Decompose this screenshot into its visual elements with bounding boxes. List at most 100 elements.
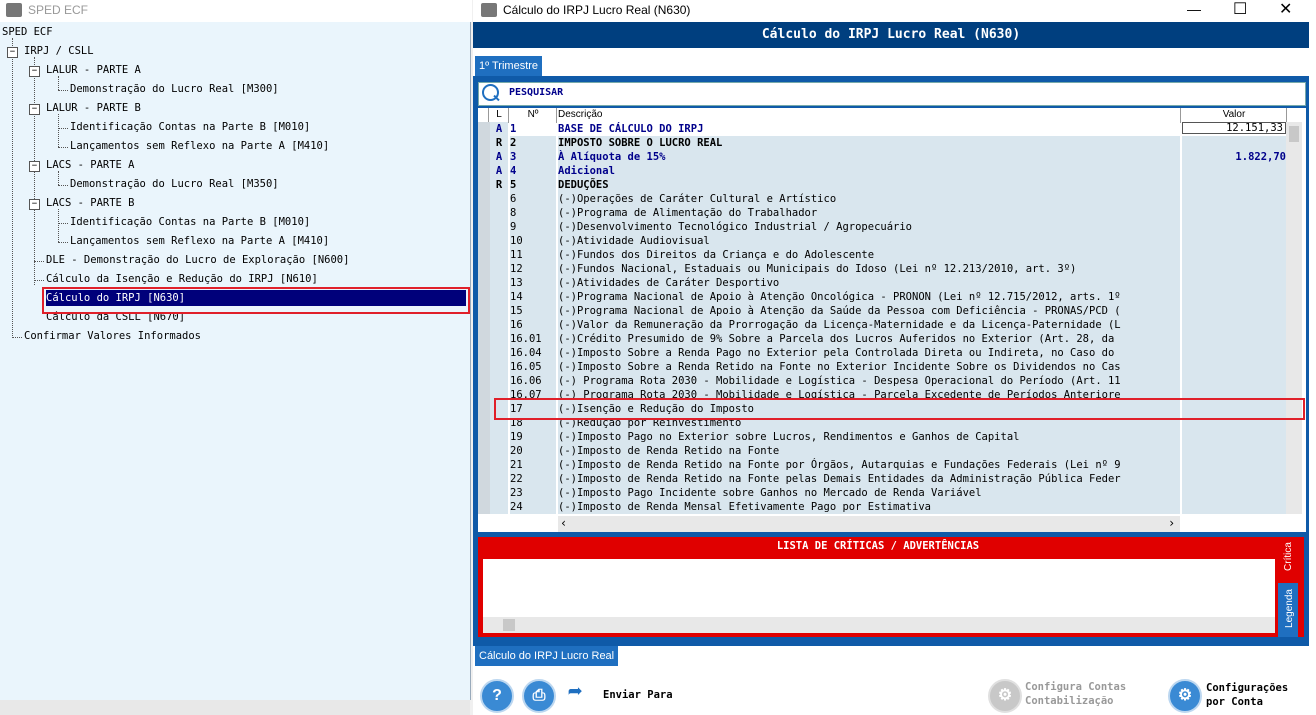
tree-item-lalur-m010[interactable]: Identificação Contas na Parte B [M010]	[70, 119, 310, 135]
collapse-icon[interactable]: −	[29, 199, 40, 210]
table-row[interactable]: 20 (-)Imposto de Renda Retido na Fonte	[478, 444, 1286, 458]
configura-contas-line1[interactable]: Configura Contas	[1025, 681, 1126, 693]
tree-item-lacs-m010[interactable]: Identificação Contas na Parte B [M010]	[70, 214, 310, 230]
row-value[interactable]	[1182, 430, 1286, 444]
chevron-right-icon[interactable]: ›	[1168, 516, 1175, 530]
table-row[interactable]: 16.05 (-)Imposto Sobre a Renda Retido na …	[478, 360, 1286, 374]
tree-item-irpj-csll[interactable]: IRPJ / CSLL	[24, 43, 94, 59]
table-row[interactable]: 9 (-)Desenvolvimento Tecnológico Industri…	[478, 220, 1286, 234]
row-value[interactable]	[1182, 486, 1286, 500]
row-value[interactable]	[1182, 276, 1286, 290]
tab-1-trimestre[interactable]: 1º Trimestre	[475, 56, 543, 76]
config-per-account-icon[interactable]: ⚙	[1168, 679, 1202, 713]
maximize-icon[interactable]: ☐	[1233, 0, 1247, 19]
table-row[interactable]: 6 (-)Operações de Caráter Cultural e Artí…	[478, 192, 1286, 206]
collapse-icon[interactable]: −	[29, 161, 40, 172]
table-row[interactable]: A3À Alíquota de 15% 1.822,70	[478, 150, 1286, 164]
table-row[interactable]: 10 (-)Atividade Audiovisual	[478, 234, 1286, 248]
tree-item-lalur-a[interactable]: LALUR - PARTE A	[46, 62, 141, 78]
row-value[interactable]	[1182, 192, 1286, 206]
tree-item-m350[interactable]: Demonstração do Lucro Real [M350]	[70, 176, 279, 192]
bottom-tab-calc-irpj[interactable]: Cálculo do IRPJ Lucro Real	[475, 646, 619, 666]
close-icon[interactable]: ✕	[1279, 0, 1292, 19]
row-value[interactable]	[1182, 248, 1286, 262]
left-horizontal-scrollbar[interactable]	[0, 700, 470, 715]
tree-root[interactable]: SPED ECF	[2, 24, 53, 40]
table-row[interactable]: 23 (-)Imposto Pago Incidente sobre Ganhos…	[478, 486, 1286, 500]
row-value[interactable]	[1182, 472, 1286, 486]
table-row[interactable]: 16.04 (-)Imposto Sobre a Renda Pago no Ex…	[478, 346, 1286, 360]
table-row[interactable]: R 2 IMPOSTO SOBRE O LUCRO REAL	[478, 136, 1286, 150]
table-row[interactable]: 15 (-)Programa Nacional de Apoio à Atençã…	[478, 304, 1286, 318]
collapse-icon[interactable]: −	[29, 104, 40, 115]
row-value[interactable]	[1182, 220, 1286, 234]
table-row[interactable]: R 5 DEDUÇÕES	[478, 178, 1286, 192]
search-bar[interactable]: PESQUISAR	[478, 82, 1306, 106]
tree-item-lalur-b[interactable]: LALUR - PARTE B	[46, 100, 141, 116]
configura-contas-line2[interactable]: Contabilização	[1025, 695, 1114, 707]
row-indicator	[478, 332, 490, 346]
side-tab-legenda[interactable]: Legenda	[1278, 583, 1298, 637]
side-tab-critica[interactable]: Crítica	[1280, 537, 1300, 579]
row-value[interactable]	[1182, 500, 1286, 514]
row-value[interactable]	[1182, 458, 1286, 472]
vertical-scroll-thumb[interactable]	[1289, 126, 1299, 142]
tree-item-confirmar[interactable]: Confirmar Valores Informados	[24, 328, 201, 344]
row-value[interactable]	[1182, 290, 1286, 304]
row-value[interactable]	[1182, 234, 1286, 248]
tree-line	[58, 90, 68, 91]
table-row[interactable]: 24 (-)Imposto de Renda Mensal Efetivament…	[478, 500, 1286, 514]
row-value[interactable]	[1182, 136, 1286, 150]
table-row[interactable]: 12 (-)Fundos Nacional, Estaduais ou Munic…	[478, 262, 1286, 276]
row-value[interactable]: 1.822,70	[1182, 150, 1286, 164]
row-value[interactable]	[1182, 178, 1286, 192]
tree-item-dle[interactable]: DLE - Demonstração do Lucro de Exploraçã…	[46, 252, 349, 268]
row-value[interactable]	[1182, 318, 1286, 332]
horizontal-scrollbar[interactable]: ‹ ›	[558, 516, 1180, 532]
tree-item-lalur-m410[interactable]: Lançamentos sem Reflexo na Parte A [M410…	[70, 138, 329, 154]
row-value[interactable]: 12.151,33	[1182, 122, 1286, 134]
tree-item-lacs-b[interactable]: LACS - PARTE B	[46, 195, 135, 211]
table-row[interactable]: 11 (-)Fundos dos Direitos da Criança e do…	[478, 248, 1286, 262]
row-value[interactable]	[1182, 346, 1286, 360]
row-value[interactable]	[1182, 164, 1286, 178]
row-value[interactable]	[1182, 206, 1286, 220]
row-value[interactable]	[1182, 304, 1286, 318]
table-row[interactable]: 22 (-)Imposto de Renda Retido na Fonte pe…	[478, 472, 1286, 486]
collapse-icon[interactable]: −	[7, 47, 18, 58]
row-value[interactable]	[1182, 360, 1286, 374]
configuracoes-line2[interactable]: por Conta	[1206, 695, 1263, 709]
print-icon[interactable]: ⎙	[522, 679, 556, 713]
help-icon[interactable]: ?	[480, 679, 514, 713]
row-value[interactable]	[1182, 444, 1286, 458]
table-row[interactable]: 16.06 (-) Programa Rota 2030 - Mobilidade…	[478, 374, 1286, 388]
row-value[interactable]	[1182, 374, 1286, 388]
enviar-para-label[interactable]: Enviar Para	[603, 688, 673, 702]
tree-item-n610[interactable]: Cálculo da Isenção e Redução do IRPJ [N6…	[46, 271, 318, 287]
vertical-scrollbar[interactable]	[1286, 122, 1302, 514]
collapse-icon[interactable]: −	[29, 66, 40, 77]
table-row[interactable]: 13 (-)Atividades de Caráter Desportivo	[478, 276, 1286, 290]
table-row[interactable]: 21 (-)Imposto de Renda Retido na Fonte po…	[478, 458, 1286, 472]
config-accounts-icon[interactable]: ⚙	[988, 679, 1022, 713]
table-row[interactable]: A 4 Adicional	[478, 164, 1286, 178]
table-row[interactable]: 14 (-)Programa Nacional de Apoio à Atençã…	[478, 290, 1286, 304]
tree-item-lacs-m410[interactable]: Lançamentos sem Reflexo na Parte A [M410…	[70, 233, 329, 249]
table-row[interactable]: 16 (-)Valor da Remuneração da Prorrogação…	[478, 318, 1286, 332]
configuracoes-line1[interactable]: Configurações	[1206, 681, 1288, 695]
row-flag: A	[490, 150, 508, 164]
row-value[interactable]	[1182, 332, 1286, 346]
row-value[interactable]	[1182, 262, 1286, 276]
minimize-icon[interactable]: —	[1187, 1, 1201, 17]
chevron-left-icon[interactable]: ‹	[560, 516, 567, 530]
table-row[interactable]: 19 (-)Imposto Pago no Exterior sobre Lucr…	[478, 430, 1286, 444]
table-row[interactable]: 8 (-)Programa de Alimentação do Trabalhad…	[478, 206, 1286, 220]
search-label[interactable]: PESQUISAR	[509, 87, 563, 98]
table-row[interactable]: A 1 BASE DE CÁLCULO DO IRPJ 12.151,33	[478, 122, 1286, 136]
send-arrow-icon[interactable]: ➦	[568, 678, 582, 706]
tree-item-m300[interactable]: Demonstração do Lucro Real [M300]	[70, 81, 279, 97]
table-row[interactable]: 16.01 (-)Crédito Presumido de 9% Sobre a …	[478, 332, 1286, 346]
tree-item-lacs-a[interactable]: LACS - PARTE A	[46, 157, 135, 173]
critics-scroll-thumb[interactable]	[503, 619, 515, 631]
critics-scrollbar[interactable]	[483, 617, 1275, 633]
